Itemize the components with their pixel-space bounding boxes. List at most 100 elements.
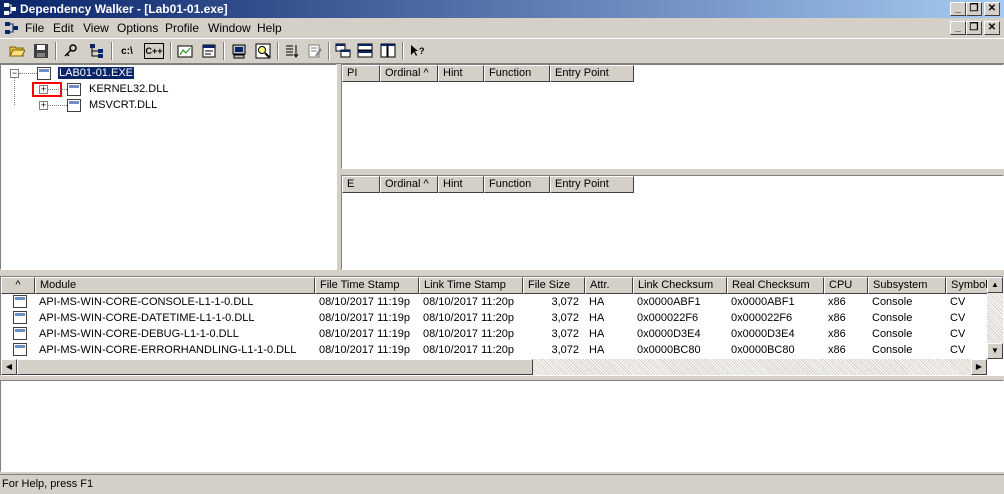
link-time-stamp-cell: 08/10/2017 11:20p (423, 312, 514, 324)
system-information-button[interactable] (228, 41, 250, 61)
minimize-button[interactable]: _ (950, 2, 966, 16)
menu-options[interactable]: Options (117, 21, 158, 35)
view-module-button[interactable] (252, 41, 274, 61)
column-header-real-checksum[interactable]: Real Checksum (727, 277, 824, 294)
module-name-cell: API-MS-WIN-CORE-DEBUG-L1-1-0.DLL (39, 328, 239, 340)
symbols-cell: CV (950, 344, 966, 356)
document-minimize-button[interactable]: _ (950, 21, 966, 35)
column-header-sort[interactable]: ^ (1, 277, 35, 294)
horizontal-scrollbar[interactable]: ◀ ▶ (1, 359, 987, 375)
tree-node-label[interactable]: KERNEL32.DLL (89, 83, 169, 95)
full-paths-button[interactable]: c:\ (116, 41, 138, 61)
column-header-ordinal[interactable]: Ordinal ^ (380, 176, 438, 193)
table-row[interactable]: API-MS-WIN-CORE-CONSOLE-L1-1-0.DLL 08/10/… (1, 294, 987, 310)
column-header-entry-point[interactable]: Entry Point (550, 65, 634, 82)
restore-button[interactable]: ❐ (966, 2, 982, 16)
scroll-left-arrow-icon[interactable]: ◀ (1, 359, 17, 375)
column-header-function[interactable]: Function (484, 176, 550, 193)
column-header-link-checksum[interactable]: Link Checksum (633, 277, 727, 294)
tree-row-msvcrt[interactable]: + MSVCRT.DLL (39, 97, 157, 113)
document-system-menu-icon[interactable] (4, 21, 20, 35)
tile-horizontal-button[interactable] (354, 41, 376, 61)
document-restore-button[interactable]: ❐ (966, 21, 982, 35)
module-file-icon (13, 311, 27, 324)
find-module-button[interactable] (60, 41, 82, 61)
edit-file-button[interactable] (304, 41, 326, 61)
scroll-right-arrow-icon[interactable]: ▶ (971, 359, 987, 375)
properties-button[interactable] (198, 41, 220, 61)
toolbar-separator (55, 42, 57, 60)
cpu-cell: x86 (828, 328, 846, 340)
tree-row-root[interactable]: − LAB01-01.EXE (10, 65, 135, 81)
toolbar: c:\ C++ ? (0, 38, 1004, 64)
menu-help[interactable]: Help (257, 21, 282, 35)
document-close-button[interactable]: ✕ (984, 21, 1000, 35)
column-header-attributes[interactable]: Attr. (585, 277, 633, 294)
column-header-file-size[interactable]: File Size (523, 277, 585, 294)
cascade-windows-button[interactable] (332, 41, 354, 61)
column-header-subsystem[interactable]: Subsystem (868, 277, 946, 294)
tree-view-button[interactable] (86, 41, 108, 61)
tile-horizontal-icon (357, 43, 373, 58)
tree-node-label[interactable]: LAB01-01.EXE (57, 66, 135, 80)
module-list-panel[interactable]: ^ Module File Time Stamp Link Time Stamp… (0, 276, 1004, 376)
column-header-file-time-stamp[interactable]: File Time Stamp (315, 277, 419, 294)
scroll-up-arrow-icon[interactable]: ▲ (987, 277, 1003, 293)
menu-view[interactable]: View (83, 21, 109, 35)
dependency-walker-app-icon[interactable] (3, 2, 17, 16)
properties-window-icon (202, 44, 216, 58)
column-header-ordinal[interactable]: Ordinal ^ (380, 65, 438, 82)
sort-list-icon (286, 45, 299, 58)
tree-node-label[interactable]: MSVCRT.DLL (89, 99, 157, 111)
open-button[interactable] (6, 41, 28, 61)
column-header-e[interactable]: E (342, 176, 380, 193)
link-checksum-cell: 0x000022F6 (637, 312, 699, 324)
column-header-module[interactable]: Module (35, 277, 315, 294)
menu-profile[interactable]: Profile (165, 21, 199, 35)
tree-connector (48, 104, 67, 106)
column-header-link-time-stamp[interactable]: Link Time Stamp (419, 277, 523, 294)
menu-window[interactable]: Window (208, 21, 251, 35)
save-button[interactable] (30, 41, 52, 61)
vertical-scrollbar[interactable]: ▲ ▼ (987, 277, 1003, 359)
configure-search-order-button[interactable] (281, 41, 303, 61)
column-header-hint[interactable]: Hint (438, 176, 484, 193)
symbols-cell: CV (950, 296, 966, 308)
menu-edit[interactable]: Edit (53, 21, 74, 35)
tile-vertical-button[interactable] (377, 41, 399, 61)
scroll-down-arrow-icon[interactable]: ▼ (987, 343, 1003, 359)
exports-panel[interactable]: E Ordinal ^ Hint Function Entry Point (341, 175, 1004, 270)
column-header-pi[interactable]: PI (342, 65, 380, 82)
horizontal-scroll-thumb[interactable] (17, 359, 533, 375)
dependency-tree-panel[interactable]: − LAB01-01.EXE + KERNEL32.DLL + MSVCRT.D… (0, 64, 337, 270)
expand-icon[interactable]: + (39, 100, 48, 110)
column-header-symbols[interactable]: Symbols (946, 277, 988, 294)
help-button[interactable]: ? (406, 41, 428, 61)
table-row[interactable]: API-MS-WIN-CORE-DATETIME-L1-1-0.DLL 08/10… (1, 310, 987, 326)
help-arrow-question-icon: ? (411, 45, 425, 56)
expand-icon[interactable]: + (39, 84, 48, 94)
computer-icon (232, 44, 246, 59)
cpu-cell: x86 (828, 344, 846, 356)
parent-imports-panel[interactable]: PI Ordinal ^ Hint Function Entry Point (341, 64, 1004, 169)
column-header-function[interactable]: Function (484, 65, 550, 82)
column-header-hint[interactable]: Hint (438, 65, 484, 82)
table-row[interactable]: API-MS-WIN-CORE-DEBUG-L1-1-0.DLL 08/10/20… (1, 326, 987, 342)
table-row[interactable]: API-MS-WIN-CORE-ERRORHANDLING-L1-1-0.DLL… (1, 342, 987, 358)
tree-row-kernel32[interactable]: + KERNEL32.DLL (39, 81, 169, 97)
close-button[interactable]: ✕ (984, 2, 1000, 16)
profile-button[interactable] (174, 41, 196, 61)
menu-file[interactable]: File (25, 21, 44, 35)
file-time-stamp-cell: 08/10/2017 11:19p (319, 344, 410, 356)
tree-connector (19, 72, 37, 74)
toolbar-separator (402, 42, 404, 60)
log-panel[interactable] (0, 380, 1004, 472)
column-header-entry-point[interactable]: Entry Point (550, 176, 634, 193)
symbols-cell: CV (950, 312, 966, 324)
edit-document-icon (308, 44, 322, 58)
module-file-icon (67, 98, 81, 112)
undecorate-cpp-button[interactable]: C++ (144, 43, 164, 59)
module-name-cell: API-MS-WIN-CORE-CONSOLE-L1-1-0.DLL (39, 296, 254, 308)
module-tree-icon (90, 44, 103, 58)
column-header-cpu[interactable]: CPU (824, 277, 868, 294)
